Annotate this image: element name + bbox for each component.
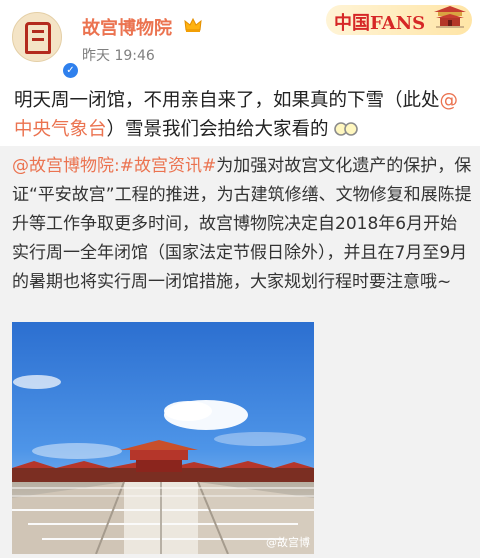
crown-icon xyxy=(184,17,202,32)
forbidden-city-photo[interactable]: @故宫博 xyxy=(12,322,314,554)
repost-hashtag-link[interactable]: #故宫资讯# xyxy=(120,156,217,176)
verified-badge-icon: ✓ xyxy=(61,61,80,80)
repost-card[interactable]: @故宫博物院:#故宫资讯#为加强对故宫文化遗产的保护，保证“平安故宫”工程的推进… xyxy=(0,146,480,558)
palace-building-icon xyxy=(434,6,466,28)
fans-banner: 中国FANS xyxy=(326,0,472,38)
avatar[interactable]: ✓ xyxy=(12,12,80,80)
post-text-part-1: 明天周一闭馆，不用亲自来了，如果真的下雪（此处 xyxy=(14,90,440,111)
post-timestamp: 昨天 19:46 xyxy=(82,48,155,64)
forbidden-city-image xyxy=(12,322,314,554)
post-header: ✓ 故宫博物院 昨天 19:46 中国FANS xyxy=(0,0,480,80)
post-text-part-2: ）雪景我们会拍给大家看的 xyxy=(106,119,329,140)
username[interactable]: 故宫博物院 xyxy=(82,14,172,40)
image-watermark: @故宫博 xyxy=(266,536,310,549)
fans-banner-text: 中国FANS xyxy=(334,13,426,34)
post-text: 明天周一闭馆，不用亲自来了，如果真的下雪（此处@中央气象台）雪景我们会拍给大家看… xyxy=(14,86,470,144)
repost-author-link[interactable]: @故宫博物院: xyxy=(12,156,120,176)
palace-logo-icon xyxy=(25,22,51,54)
repost-body: 为加强对故宫文化遗产的保护，保证“平安故宫”工程的推进，为古建筑修缮、文物修复和… xyxy=(12,156,472,292)
sunglasses-emoji-icon xyxy=(334,122,359,136)
repost-text: @故宫博物院:#故宫资讯#为加强对故宫文化遗产的保护，保证“平安故宫”工程的推进… xyxy=(12,152,474,297)
